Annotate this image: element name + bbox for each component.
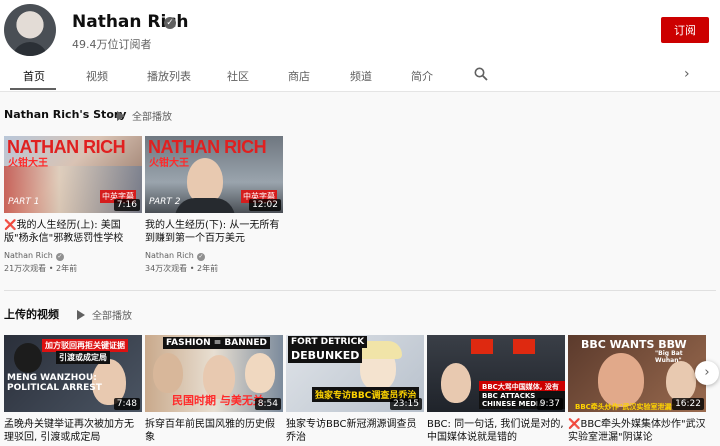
video-duration: 12:02: [249, 199, 281, 211]
video-card[interactable]: BBC WANTS BBW "Big Bat Wuhan" BBC牵头炒作"武汉…: [568, 335, 706, 444]
tab-channels[interactable]: 频道: [350, 68, 372, 84]
subscribe-button[interactable]: 订阅: [661, 17, 709, 43]
video-duration: 8:54: [254, 398, 281, 410]
video-thumbnail[interactable]: NATHAN RICH 火钳大王 中英字幕 PART 2 12:02: [145, 136, 283, 213]
video-duration: 16:22: [672, 398, 704, 410]
tab-store[interactable]: 商店: [288, 68, 310, 84]
tab-home[interactable]: 首页: [23, 68, 45, 84]
video-title[interactable]: ❌我的人生经历(上): 美国版"杨永信"邪教惩罚性学校: [4, 219, 142, 245]
video-card[interactable]: NATHAN RICH 火钳大王 中英字幕 PART 2 12:02 我的人生经…: [145, 136, 283, 274]
video-meta: 34万次观看 • 2年前: [145, 264, 219, 273]
video-meta: 21万次观看 • 2年前: [4, 264, 78, 273]
video-thumbnail[interactable]: FORT DETRICK DEBUNKED 独家专访BBC调查员乔治 23:15: [286, 335, 424, 412]
play-icon: [77, 310, 85, 320]
tab-community[interactable]: 社区: [227, 68, 249, 84]
video-card[interactable]: NATHAN RICH 火钳大王 中英字幕 PART 1 7:16 ❌我的人生经…: [4, 136, 142, 274]
video-title[interactable]: 我的人生经历(下): 从一无所有到赚到第一个百万美元: [145, 219, 283, 245]
section-divider: [4, 290, 716, 291]
channel-header: Nathan Rich ✓ 49.4万位订阅者 订阅 首页 视频 播放列表 社区…: [0, 0, 720, 91]
video-thumbnail[interactable]: NATHAN RICH 火钳大王 中英字幕 PART 1 7:16: [4, 136, 142, 213]
video-card[interactable]: BBC大骂中国媒体, 没有眼 BBC ATTACKS CHINESE MEDIA…: [427, 335, 565, 444]
video-thumbnail[interactable]: 加方驳回再拒关键证据 引渡或成定局 MENG WANZHOU: POLITICA…: [4, 335, 142, 412]
verified-icon: ✓: [164, 17, 176, 29]
verified-icon: ✓: [55, 253, 64, 261]
avatar[interactable]: [4, 4, 56, 56]
video-thumbnail[interactable]: FASHION = BANNED 民国时期 与美无关 8:54: [145, 335, 283, 412]
video-title[interactable]: 孟晚舟关键举证再次被加方无理驳回, 引渡或成定局: [4, 418, 142, 444]
video-title[interactable]: 拆穿百年前民国风雅的历史假象: [145, 418, 283, 444]
video-duration: 23:15: [390, 398, 422, 410]
video-card[interactable]: 加方驳回再拒关键证据 引渡或成定局 MENG WANZHOU: POLITICA…: [4, 335, 142, 444]
video-duration: 7:16: [113, 199, 140, 211]
shelf-next-button[interactable]: ›: [695, 361, 719, 385]
search-icon[interactable]: [474, 67, 488, 81]
play-icon: [117, 111, 125, 121]
video-title[interactable]: 独家专访BBC新冠溯源调查员乔治: [286, 418, 424, 444]
section-title-uploads: 上传的视频: [4, 308, 59, 321]
video-card[interactable]: FASHION = BANNED 民国时期 与美无关 8:54 拆穿百年前民国风…: [145, 335, 283, 444]
section-title-story: Nathan Rich's Story: [4, 108, 127, 121]
chevron-right-icon[interactable]: ›: [684, 66, 690, 82]
subscriber-count: 49.4万位订阅者: [72, 38, 152, 51]
active-tab-indicator: [10, 88, 56, 90]
video-title[interactable]: BBC: 同一句话, 我们说是对的, 中国媒体说就是错的: [427, 418, 565, 444]
video-duration: 9:37: [536, 398, 563, 410]
video-channel[interactable]: Nathan Rich ✓: [4, 251, 142, 261]
play-all-uploads-button[interactable]: 全部播放: [77, 307, 132, 322]
channel-tabs: 首页 视频 播放列表 社区 商店 频道 简介 ›: [0, 62, 720, 91]
play-all-story-button[interactable]: 全部播放: [117, 108, 172, 123]
video-thumbnail[interactable]: BBC大骂中国媒体, 没有眼 BBC ATTACKS CHINESE MEDIA…: [427, 335, 565, 412]
tab-videos[interactable]: 视频: [86, 68, 108, 84]
tab-about[interactable]: 简介: [411, 68, 433, 84]
video-title[interactable]: ❌BBC牵头外媒集体炒作"武汉实验室泄漏"阴谋论: [568, 418, 706, 444]
video-duration: 7:48: [113, 398, 140, 410]
chevron-right-icon: ›: [704, 365, 710, 380]
video-thumbnail[interactable]: BBC WANTS BBW "Big Bat Wuhan" BBC牵头炒作"武汉…: [568, 335, 706, 412]
video-card[interactable]: FORT DETRICK DEBUNKED 独家专访BBC调查员乔治 23:15…: [286, 335, 424, 444]
video-channel[interactable]: Nathan Rich ✓: [145, 251, 283, 261]
verified-icon: ✓: [196, 253, 205, 261]
tab-playlists[interactable]: 播放列表: [147, 68, 191, 84]
header-divider: [0, 91, 720, 92]
